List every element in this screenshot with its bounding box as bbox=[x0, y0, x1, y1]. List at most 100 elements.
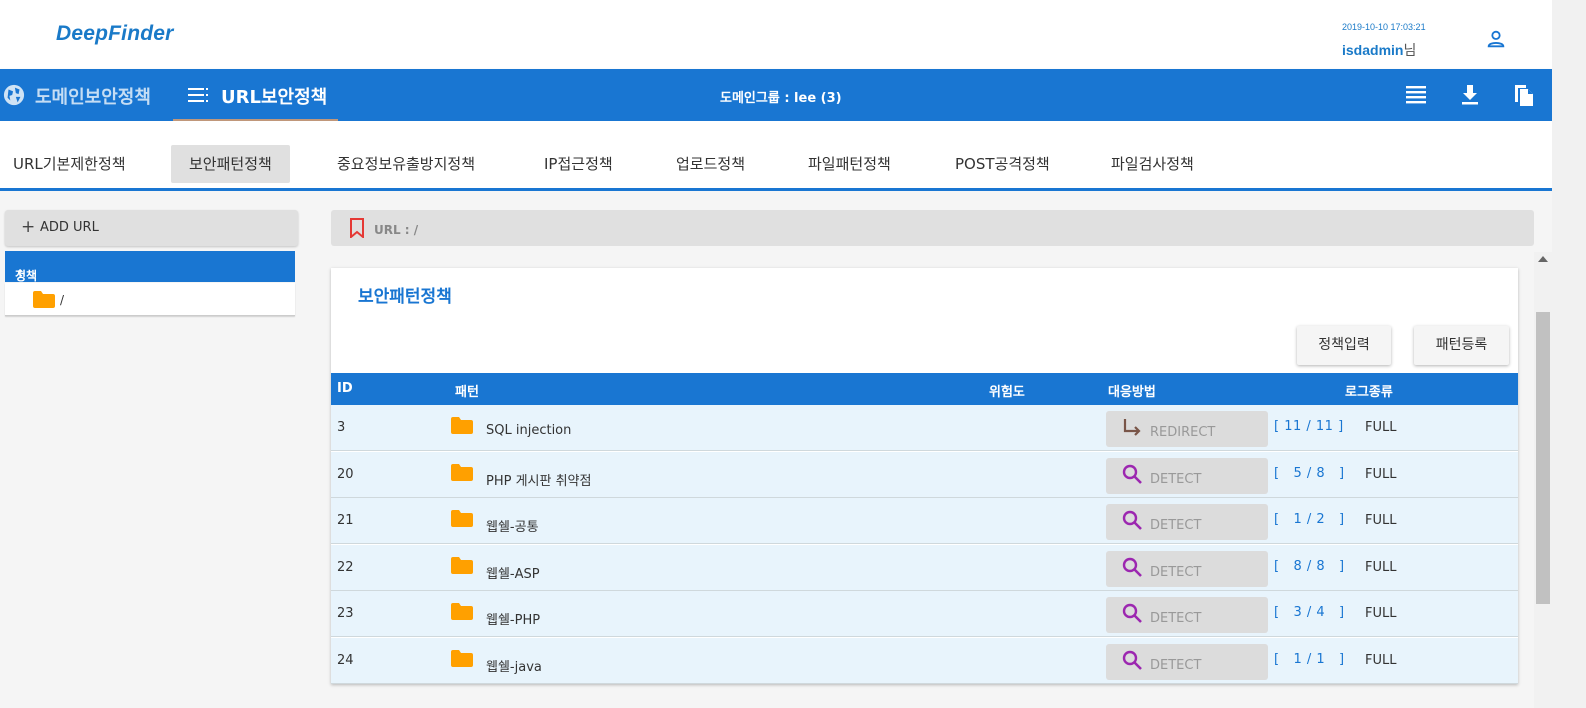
table-row[interactable]: 21 웹쉘-공통 DETECT [ 1 / 2 ] FULL bbox=[331, 498, 1518, 544]
tab-file-pattern[interactable]: 파일패턴정책 bbox=[808, 145, 891, 183]
row-id: 24 bbox=[337, 652, 354, 668]
policy-tabs: URL기본제한정책 보안패턴정책 중요정보유출방지정책 IP접근정책 업로드정책… bbox=[0, 121, 1552, 191]
redirect-arrow-icon bbox=[1122, 417, 1144, 443]
policy-url-header[interactable]: 정책 URL ↑ bbox=[5, 251, 295, 298]
col-risk[interactable]: 위험도 bbox=[989, 381, 1025, 400]
row-id: 23 bbox=[337, 606, 354, 621]
username-suffix: 님 bbox=[1403, 42, 1417, 58]
copy-icon[interactable] bbox=[1512, 83, 1536, 107]
nav-url-policy[interactable]: URL보안정책 bbox=[173, 69, 338, 121]
row-action-button[interactable]: DETECT bbox=[1106, 457, 1268, 494]
breadcrumb: URL : / bbox=[331, 210, 1534, 246]
username: isdadmin bbox=[1342, 42, 1404, 58]
tab-upload[interactable]: 업로드정책 bbox=[676, 145, 745, 183]
table-row[interactable]: 24 웹쉘-java DETECT [ 1 / 1 ] FULL bbox=[331, 637, 1518, 684]
row-action-button[interactable]: DETECT bbox=[1106, 643, 1268, 680]
sort-arrow-up-icon: ↑ bbox=[15, 267, 26, 281]
current-datetime: 2019-10-10 17:03:21 bbox=[1342, 22, 1426, 32]
folder-icon bbox=[451, 556, 473, 578]
nav-url-policy-label: URL보안정책 bbox=[221, 87, 328, 108]
row-pattern-count[interactable]: [ 3 / 4 ] bbox=[1274, 605, 1345, 620]
row-pattern-name[interactable]: 웹쉘-ASP bbox=[486, 563, 540, 582]
bookmark-icon bbox=[350, 218, 364, 238]
folder-icon bbox=[451, 417, 473, 438]
row-log-type: FULL bbox=[1365, 652, 1397, 668]
row-log-type: FULL bbox=[1365, 513, 1397, 528]
table-row[interactable]: 3 SQL injection REDIRECT [ 11 / 11 ] FULL bbox=[331, 405, 1518, 451]
security-pattern-panel: 보안패턴정책 정책입력 패턴등록 ID 패턴 위험도 대응방법 로그종류 3 SQ… bbox=[331, 268, 1518, 684]
breadcrumb-label: URL : / bbox=[374, 223, 419, 237]
table-row[interactable]: 23 웹쉘-PHP DETECT [ 3 / 4 ] FULL bbox=[331, 591, 1518, 637]
row-action-label: DETECT bbox=[1150, 564, 1202, 580]
row-pattern-name[interactable]: 웹쉘-PHP bbox=[486, 609, 540, 628]
folder-icon bbox=[451, 603, 473, 624]
scroll-up-arrow-icon[interactable] bbox=[1538, 256, 1548, 262]
download-icon[interactable] bbox=[1458, 83, 1482, 107]
tab-ip-access[interactable]: IP접근정책 bbox=[544, 145, 613, 183]
row-pattern-name[interactable]: SQL injection bbox=[486, 423, 571, 438]
row-action-button[interactable]: REDIRECT bbox=[1106, 411, 1268, 447]
scrollbar-thumb[interactable] bbox=[1536, 312, 1550, 604]
row-action-label: DETECT bbox=[1150, 611, 1202, 626]
row-pattern-count[interactable]: [ 5 / 8 ] bbox=[1274, 466, 1345, 481]
row-pattern-count[interactable]: [ 11 / 11 ] bbox=[1274, 419, 1344, 434]
tree-item-root[interactable]: / bbox=[5, 283, 295, 316]
tab-url-basic-restriction[interactable]: URL기본제한정책 bbox=[13, 145, 126, 183]
globe-icon bbox=[3, 84, 25, 106]
tab-file-inspection[interactable]: 파일검사정책 bbox=[1111, 145, 1194, 183]
menu-icon bbox=[188, 88, 208, 102]
pattern-register-button[interactable]: 패턴등록 bbox=[1414, 326, 1509, 365]
row-log-type: FULL bbox=[1365, 466, 1397, 482]
row-action-button[interactable]: DETECT bbox=[1106, 504, 1268, 540]
folder-icon bbox=[451, 463, 473, 485]
row-id: 3 bbox=[337, 420, 346, 435]
search-icon bbox=[1122, 557, 1144, 583]
table-row[interactable]: 22 웹쉘-ASP DETECT [ 8 / 8 ] FULL bbox=[331, 544, 1518, 591]
search-icon bbox=[1122, 510, 1144, 536]
row-action-label: DETECT bbox=[1150, 657, 1202, 673]
row-action-label: REDIRECT bbox=[1150, 425, 1216, 440]
app-header: DeepFinder 2019-10-10 17:03:21 isdadmin님 bbox=[0, 0, 1552, 69]
row-pattern-name[interactable]: PHP 게시판 취약점 bbox=[486, 470, 591, 489]
col-id[interactable]: ID bbox=[337, 381, 353, 396]
window-scrollbar-track bbox=[1552, 0, 1586, 708]
tab-security-pattern[interactable]: 보안패턴정책 bbox=[171, 145, 290, 183]
tab-data-leak-prevention[interactable]: 중요정보유출방지정책 bbox=[337, 145, 475, 183]
list-icon[interactable] bbox=[1404, 83, 1428, 107]
table-row[interactable]: 20 PHP 게시판 취약점 DETECT [ 5 / 8 ] FULL bbox=[331, 451, 1518, 498]
row-log-type: FULL bbox=[1365, 420, 1397, 435]
nav-domain-policy-label: 도메인보안정책 bbox=[35, 87, 151, 108]
search-icon bbox=[1122, 464, 1144, 490]
row-action-label: DETECT bbox=[1150, 471, 1202, 487]
policy-input-button[interactable]: 정책입력 bbox=[1297, 326, 1391, 365]
username-display: isdadmin님 bbox=[1342, 40, 1416, 60]
add-url-button[interactable]: + ADD URL bbox=[5, 210, 298, 246]
row-action-button[interactable]: DETECT bbox=[1106, 550, 1268, 587]
col-log[interactable]: 로그종류 bbox=[1345, 381, 1393, 400]
folder-icon bbox=[33, 291, 55, 308]
deepfinder-logo[interactable]: DeepFinder bbox=[46, 20, 186, 50]
person-outline-icon[interactable] bbox=[1485, 28, 1507, 50]
search-icon bbox=[1122, 603, 1144, 629]
table-header: ID 패턴 위험도 대응방법 로그종류 bbox=[331, 373, 1518, 405]
row-pattern-name[interactable]: 웹쉘-java bbox=[486, 656, 542, 675]
logo-text: DeepFinder bbox=[56, 22, 174, 45]
col-pattern[interactable]: 패턴 bbox=[455, 381, 479, 400]
row-log-type: FULL bbox=[1365, 559, 1397, 575]
row-pattern-count[interactable]: [ 1 / 1 ] bbox=[1274, 652, 1345, 667]
tab-post-attack[interactable]: POST공격정책 bbox=[955, 145, 1050, 183]
row-pattern-count[interactable]: [ 8 / 8 ] bbox=[1274, 559, 1345, 574]
folder-icon bbox=[451, 649, 473, 671]
row-id: 20 bbox=[337, 466, 354, 482]
main-navbar: 도메인보안정책 URL보안정책 도메인그룹 : lee (3) bbox=[0, 69, 1552, 121]
row-log-type: FULL bbox=[1365, 606, 1397, 621]
folder-icon bbox=[451, 510, 473, 531]
row-action-button[interactable]: DETECT bbox=[1106, 597, 1268, 633]
panel-scrollbar[interactable] bbox=[1534, 252, 1552, 708]
domain-group-label: 도메인그룹 : lee (3) bbox=[720, 91, 842, 106]
panel-title: 보안패턴정책 bbox=[358, 287, 452, 307]
row-pattern-count[interactable]: [ 1 / 2 ] bbox=[1274, 512, 1345, 527]
row-pattern-name[interactable]: 웹쉘-공통 bbox=[486, 516, 539, 535]
col-action[interactable]: 대응방법 bbox=[1108, 381, 1156, 400]
add-url-label: ADD URL bbox=[40, 220, 99, 235]
